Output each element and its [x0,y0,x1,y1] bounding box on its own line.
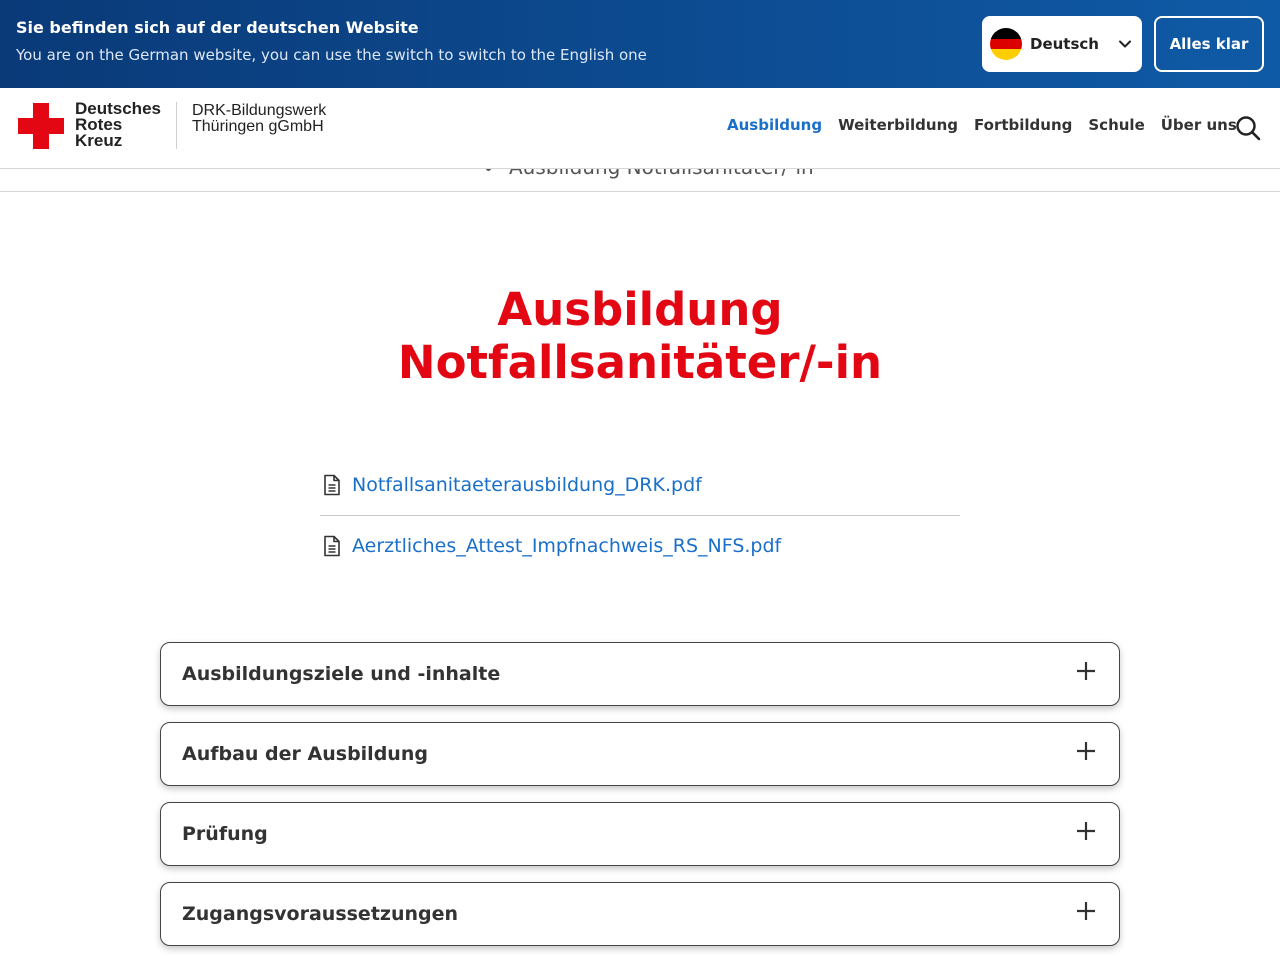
accordion-item-zugangsvoraussetzungen[interactable]: Zugangsvoraussetzungen [160,882,1120,946]
document-icon [324,474,340,496]
confirm-language-button[interactable]: Alles klar [1154,16,1264,72]
germany-flag-icon [990,28,1022,60]
bullet-icon [486,169,491,171]
org-line-1: DRK-Bildungswerk [192,102,327,119]
nav-item-fortbildung[interactable]: Fortbildung [974,116,1072,134]
accordion: Ausbildungsziele und -inhalte Aufbau der… [160,642,1120,962]
download-list: Notfallsanitaeterausbildung_DRK.pdf Aerz… [320,455,960,575]
chevron-down-icon [1119,40,1131,48]
page-title-line-1: Ausbildung [497,283,783,336]
logo-line-3: Kreuz [75,131,123,150]
document-icon [324,535,340,556]
nav-item-schule[interactable]: Schule [1088,116,1144,134]
accordion-item-pruefung[interactable]: Prüfung [160,802,1120,866]
breadcrumb-item-current[interactable]: Ausbildung Notfallsanitäter/-in [486,169,814,179]
logo-divider [176,102,177,149]
site-header: Deutsches Rotes Kreuz DRK-Bildungswerk T… [0,88,1280,169]
plus-icon [1077,662,1095,680]
accordion-label: Ausbildungsziele und -inhalte [182,663,501,685]
plus-icon [1077,742,1095,760]
download-link-aerztliches-attest[interactable]: Aerztliches_Attest_Impfnachweis_RS_NFS.p… [352,535,781,557]
plus-icon [1077,902,1095,920]
download-item: Notfallsanitaeterausbildung_DRK.pdf [320,455,960,515]
logo-wordmark: Deutsches Rotes Kreuz [75,100,161,150]
page-title: Ausbildung Notfallsanitäter/-in [0,283,1280,389]
accordion-item-ausbildungsziele[interactable]: Ausbildungsziele und -inhalte [160,642,1120,706]
breadcrumb-label: Ausbildung Notfallsanitäter/-in [509,169,814,179]
accordion-label: Prüfung [182,823,268,845]
language-select[interactable]: Deutsch [982,16,1142,72]
red-cross-icon [18,103,64,149]
language-select-value: Deutsch [1030,35,1099,53]
accordion-item-aufbau[interactable]: Aufbau der Ausbildung [160,722,1120,786]
language-banner-text: Sie befinden sich auf der deutschen Webs… [16,18,647,65]
search-icon[interactable] [1234,114,1262,142]
language-banner-subtitle: You are on the German website, you can u… [16,46,647,64]
nav-item-ueber-uns[interactable]: Über uns [1161,116,1237,134]
breadcrumb: Ausbildung Notfallsanitäter/-in [0,169,1280,192]
download-item: Aerztliches_Attest_Impfnachweis_RS_NFS.p… [320,515,960,575]
org-line-2: Thüringen gGmbH [192,118,324,135]
drk-logo[interactable]: Deutsches Rotes Kreuz [18,100,161,150]
download-link-notfallsanitaeterausbildung[interactable]: Notfallsanitaeterausbildung_DRK.pdf [352,474,702,496]
plus-icon [1077,822,1095,840]
page-title-line-2: Notfallsanitäter/-in [397,336,883,389]
nav-item-weiterbildung[interactable]: Weiterbildung [838,116,958,134]
nav-item-ausbildung[interactable]: Ausbildung [727,116,822,134]
organization-name: DRK-Bildungswerk Thüringen gGmbH [192,103,326,135]
accordion-label: Zugangsvoraussetzungen [182,903,459,925]
main-nav: Ausbildung Weiterbildung Fortbildung Sch… [727,116,1253,134]
language-banner-title: Sie befinden sich auf der deutschen Webs… [16,18,419,37]
accordion-label: Aufbau der Ausbildung [182,743,428,765]
language-banner: Sie befinden sich auf der deutschen Webs… [0,0,1280,88]
